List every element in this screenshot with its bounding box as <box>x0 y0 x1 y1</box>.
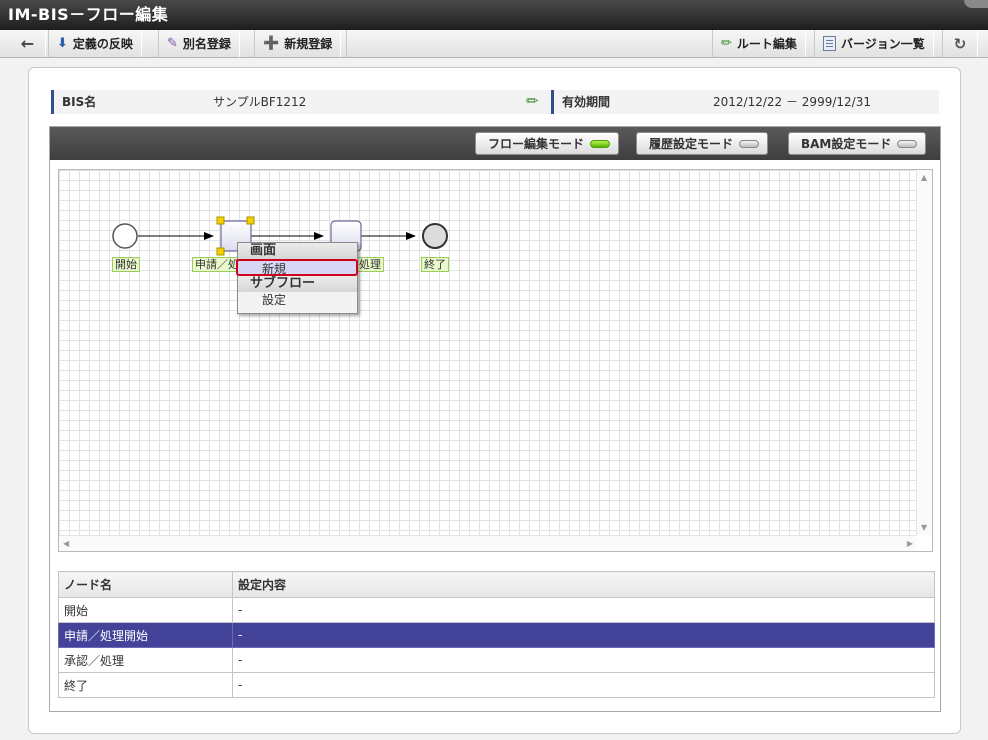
validity-label: 有効期間 <box>551 90 703 114</box>
settings-cell: - <box>232 597 935 623</box>
refresh-icon: ↻ <box>953 34 967 53</box>
start-node-label[interactable]: 開始 <box>112 257 140 272</box>
bam-mode-button[interactable]: BAM設定モード <box>788 132 927 155</box>
back-button[interactable]: ← <box>10 30 46 57</box>
column-header-node-name: ノード名 <box>58 571 233 598</box>
selection-handle[interactable] <box>246 216 255 225</box>
apply-definition-label: 定義の反映 <box>72 37 133 51</box>
history-mode-label: 履歴設定モード <box>649 137 734 151</box>
version-list-label: バージョン一覧 <box>841 37 925 51</box>
scroll-corner <box>916 535 932 551</box>
new-register-label: 新規登録 <box>284 37 333 51</box>
horizontal-scrollbar[interactable]: ◀ ▶ <box>59 535 917 551</box>
alias-register-button[interactable]: ✎ 別名登録 <box>158 30 240 57</box>
apply-definition-icon: ⬇ <box>57 36 68 51</box>
back-arrow-icon: ← <box>20 34 35 53</box>
node-name-cell: 承認／処理 <box>58 647 233 673</box>
title-bar: IM-BIS－フロー編集 <box>0 0 988 30</box>
table-row[interactable]: 承認／処理 - <box>58 647 935 673</box>
end-node-icon[interactable] <box>422 223 448 249</box>
flow-canvas[interactable]: 開始 申請／処 処理 終了 画面 新規 サブフロー 設定 ▲ ▼ ◀ ▶ <box>58 169 933 552</box>
context-menu-section-subflow: サブフロー <box>238 276 357 292</box>
approve-node-label[interactable]: 処理 <box>356 257 384 272</box>
table-header-row: ノード名 設定内容 <box>58 571 935 598</box>
selection-handle[interactable] <box>216 247 225 256</box>
node-name-cell: 申請／処理開始 <box>58 622 233 648</box>
pencil-icon: ✏ <box>721 36 732 51</box>
scroll-left-icon[interactable]: ◀ <box>63 540 69 548</box>
start-node-icon[interactable] <box>112 223 138 249</box>
context-menu-item-settings[interactable]: 設定 <box>238 292 357 309</box>
mode-bar: フロー編集モード 履歴設定モード BAM設定モード <box>50 127 940 160</box>
alias-register-label: 別名登録 <box>182 37 231 51</box>
window-corner <box>964 0 988 8</box>
scroll-up-icon[interactable]: ▲ <box>921 174 927 182</box>
context-menu-section-screen: 画面 <box>238 243 357 259</box>
apply-definition-button[interactable]: ⬇ 定義の反映 <box>48 30 142 57</box>
mode-indicator-off-icon <box>897 139 918 148</box>
mode-indicator-off-icon <box>739 139 760 148</box>
new-register-button[interactable]: ➕ 新規登録 <box>254 30 342 57</box>
scroll-down-icon[interactable]: ▼ <box>921 524 927 532</box>
toolbar: ← ⬇ 定義の反映 ✎ 別名登録 ➕ 新規登録 ✏ ルート編集 バージョン一覧 … <box>0 30 988 58</box>
settings-cell: - <box>232 622 935 648</box>
apply-node-label[interactable]: 申請／処 <box>192 257 238 272</box>
window-title: IM-BIS－フロー編集 <box>8 5 169 24</box>
settings-cell: - <box>232 672 935 698</box>
node-settings-table: ノード名 設定内容 開始 - 申請／処理開始 - 承認／処理 - 終了 - <box>58 571 935 698</box>
bam-mode-label: BAM設定モード <box>801 137 892 151</box>
settings-cell: - <box>232 647 935 673</box>
edit-name-icon[interactable]: ✏ <box>526 92 539 110</box>
toolbar-spacer <box>346 30 710 57</box>
vertical-scrollbar[interactable]: ▲ ▼ <box>916 170 932 536</box>
route-edit-button[interactable]: ✏ ルート編集 <box>712 30 806 57</box>
list-icon <box>823 36 836 51</box>
route-edit-label: ルート編集 <box>736 37 797 51</box>
app-window: IM-BIS－フロー編集 ← ⬇ 定義の反映 ✎ 別名登録 ➕ 新規登録 ✏ ル… <box>0 0 988 740</box>
column-header-settings: 設定内容 <box>232 571 935 598</box>
version-list-button[interactable]: バージョン一覧 <box>814 30 934 57</box>
scroll-right-icon[interactable]: ▶ <box>907 540 913 548</box>
table-row[interactable]: 開始 - <box>58 597 935 623</box>
context-menu: 画面 新規 サブフロー 設定 <box>236 242 358 314</box>
validity-value: 2012/12/22 － 2999/12/31 <box>705 90 939 114</box>
alias-register-icon: ✎ <box>167 36 178 51</box>
mode-indicator-on-icon <box>590 139 611 148</box>
table-row-selected[interactable]: 申請／処理開始 - <box>58 622 935 648</box>
node-name-cell: 開始 <box>58 597 233 623</box>
node-name-cell: 終了 <box>58 672 233 698</box>
bis-name-value: サンプルBF1212 <box>213 95 307 109</box>
selection-handle[interactable] <box>216 216 225 225</box>
flow-editor: フロー編集モード 履歴設定モード BAM設定モード 開始 申請／処 処理 終了 … <box>49 126 941 712</box>
refresh-button[interactable]: ↻ <box>942 30 978 57</box>
table-row[interactable]: 終了 - <box>58 672 935 698</box>
context-menu-item-new[interactable]: 新規 <box>236 259 358 276</box>
history-mode-button[interactable]: 履歴設定モード <box>636 132 769 155</box>
bis-name-label: BIS名 <box>51 90 199 114</box>
flow-edit-mode-label: フロー編集モード <box>488 137 585 151</box>
main-panel: BIS名 サンプルBF1212 ✏ 有効期間 2012/12/22 － 2999… <box>28 67 961 734</box>
new-document-icon: ➕ <box>263 36 280 51</box>
end-node-label[interactable]: 終了 <box>421 257 449 272</box>
flow-diagram <box>112 216 448 256</box>
flow-edit-mode-button[interactable]: フロー編集モード <box>475 132 620 155</box>
